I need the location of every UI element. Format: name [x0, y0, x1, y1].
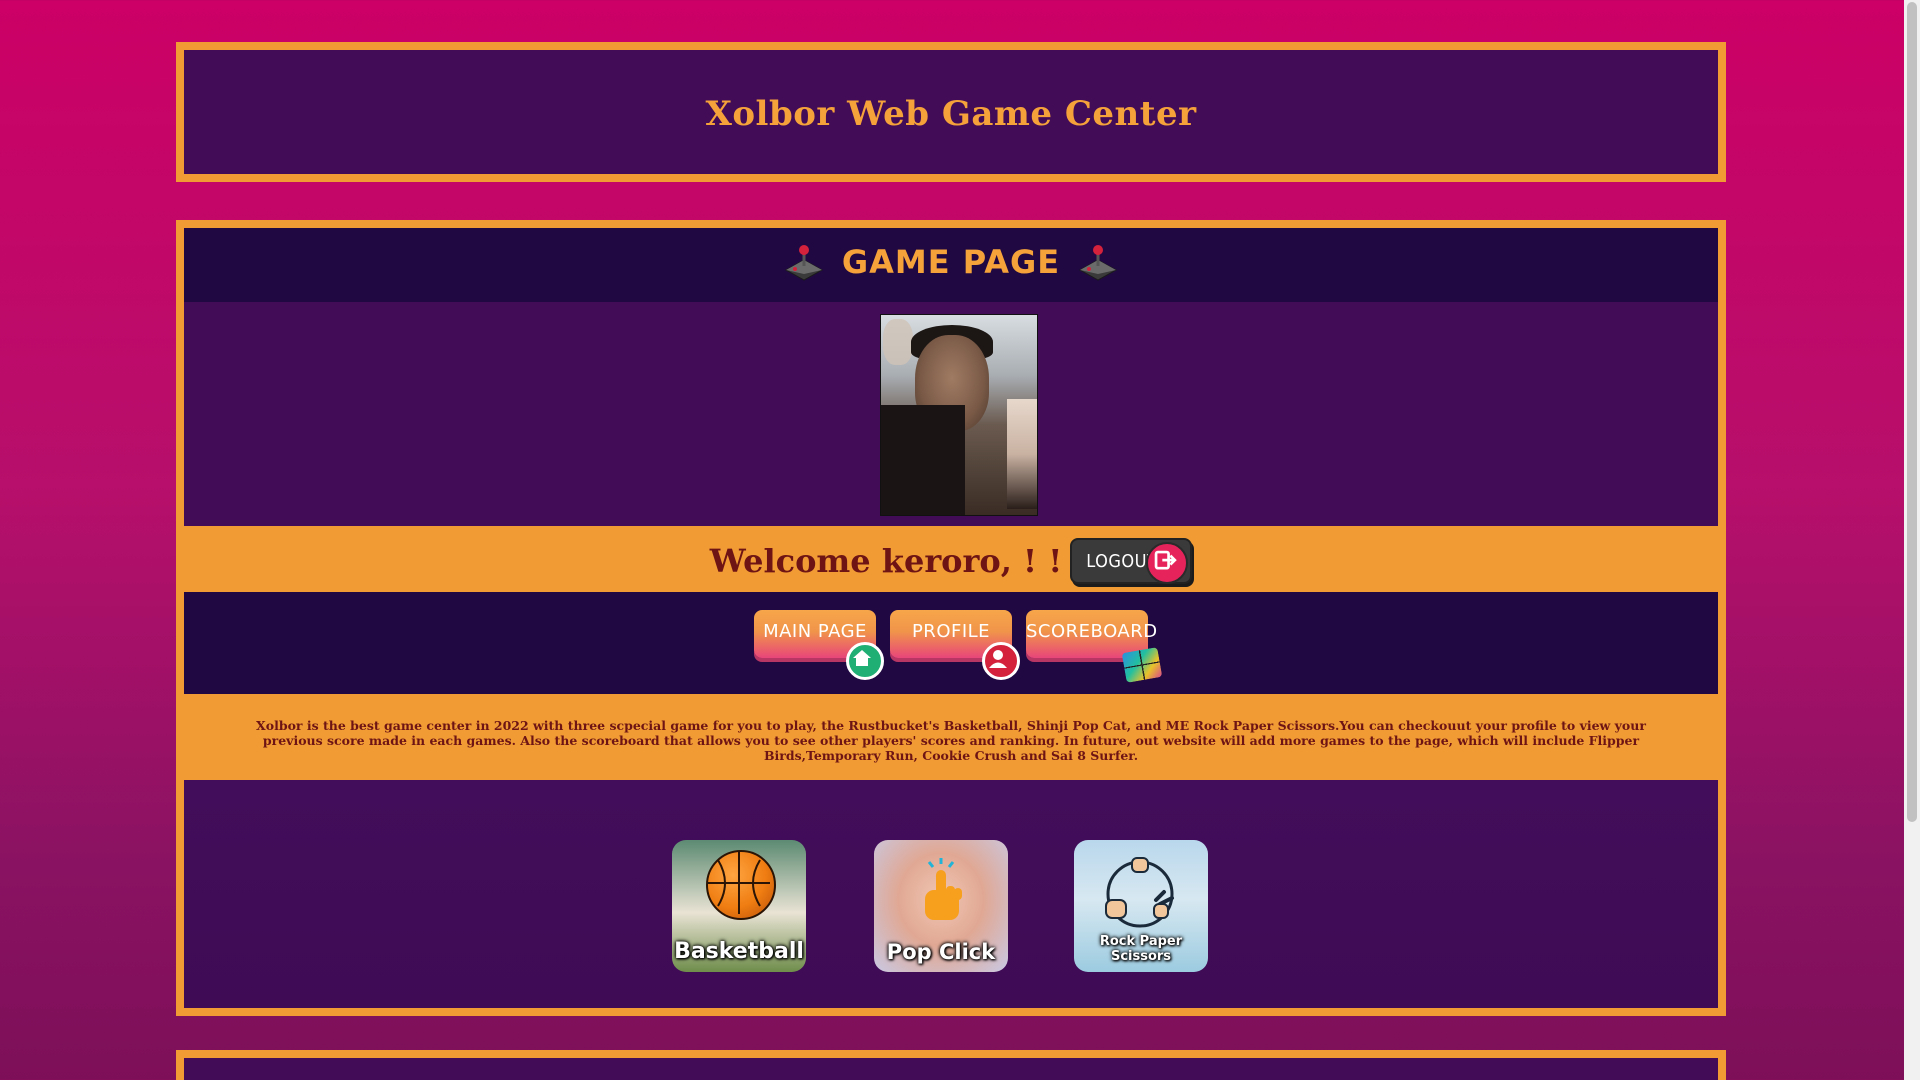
nav-bar: MAIN PAGE PROFILE SCOREBOARD [184, 592, 1718, 694]
main-page-button[interactable]: MAIN PAGE [754, 610, 884, 680]
game-title-wrap: GAME PAGE [184, 242, 1718, 282]
rock-paper-scissors-game-card[interactable]: Rock Paper Scissors [1074, 840, 1208, 972]
avatar [880, 314, 1038, 516]
home-icon [846, 642, 884, 680]
game-title-bar: GAME PAGE [184, 228, 1718, 302]
avatar-shadow [881, 405, 965, 515]
welcome-message: Welcome keroro, ! ! [709, 542, 1063, 580]
joystick-icon [784, 245, 823, 281]
scoreboard-label: SCOREBOARD [1026, 621, 1158, 642]
page: Xolbor Web Game Center GAME PAGE Welcome… [0, 0, 1904, 1080]
footer-panel [176, 1050, 1726, 1080]
profile-label: PROFILE [911, 621, 991, 642]
welcome-bar: Welcome keroro, ! ! LOGOUT [184, 526, 1718, 592]
description-bar: Xolbor is the best game center in 2022 w… [184, 694, 1718, 780]
logout-button[interactable]: LOGOUT [1070, 538, 1193, 584]
site-title: Xolbor Web Game Center [705, 94, 1197, 134]
logout-icon [1146, 542, 1189, 584]
scoreboard-button[interactable]: SCOREBOARD [1026, 610, 1163, 683]
profile-photo-area [184, 302, 1718, 526]
pointing-hand-icon [925, 858, 962, 920]
basketball-game-card[interactable]: Basketball [672, 840, 806, 972]
profile-button[interactable]: PROFILE [890, 610, 1020, 680]
basketball-icon [706, 850, 776, 920]
nav-wrap: MAIN PAGE PROFILE SCOREBOARD [184, 610, 1718, 683]
header-panel: Xolbor Web Game Center [176, 42, 1726, 182]
rock-paper-scissors-icon [1105, 857, 1174, 928]
pop-click-game-card[interactable]: Pop Click [874, 840, 1008, 972]
avatar-background-person [883, 319, 913, 365]
pop-click-label: Pop Click [886, 940, 996, 964]
main-page-label: MAIN PAGE [763, 621, 867, 642]
avatar-side-person [1007, 399, 1037, 509]
rock-paper-scissors-label: Rock Paper Scissors [1099, 934, 1183, 964]
games-area: Basketball Pop Click Rock Paper Scissors [184, 780, 1718, 1008]
site-description: Xolbor is the best game center in 2022 w… [256, 718, 1646, 763]
game-page-title: GAME PAGE [841, 243, 1061, 281]
basketball-label: Basketball [674, 939, 804, 964]
user-icon [982, 642, 1020, 680]
scrollbar-thumb[interactable] [1907, 2, 1917, 822]
scrollbar[interactable] [1904, 0, 1920, 1080]
grid-icon [1121, 647, 1163, 683]
joystick-icon [1079, 245, 1118, 281]
game-panel: GAME PAGE Welcome keroro, ! ! LOGOUT MAI… [176, 220, 1726, 1016]
welcome-wrap: Welcome keroro, ! ! LOGOUT [184, 538, 1718, 584]
